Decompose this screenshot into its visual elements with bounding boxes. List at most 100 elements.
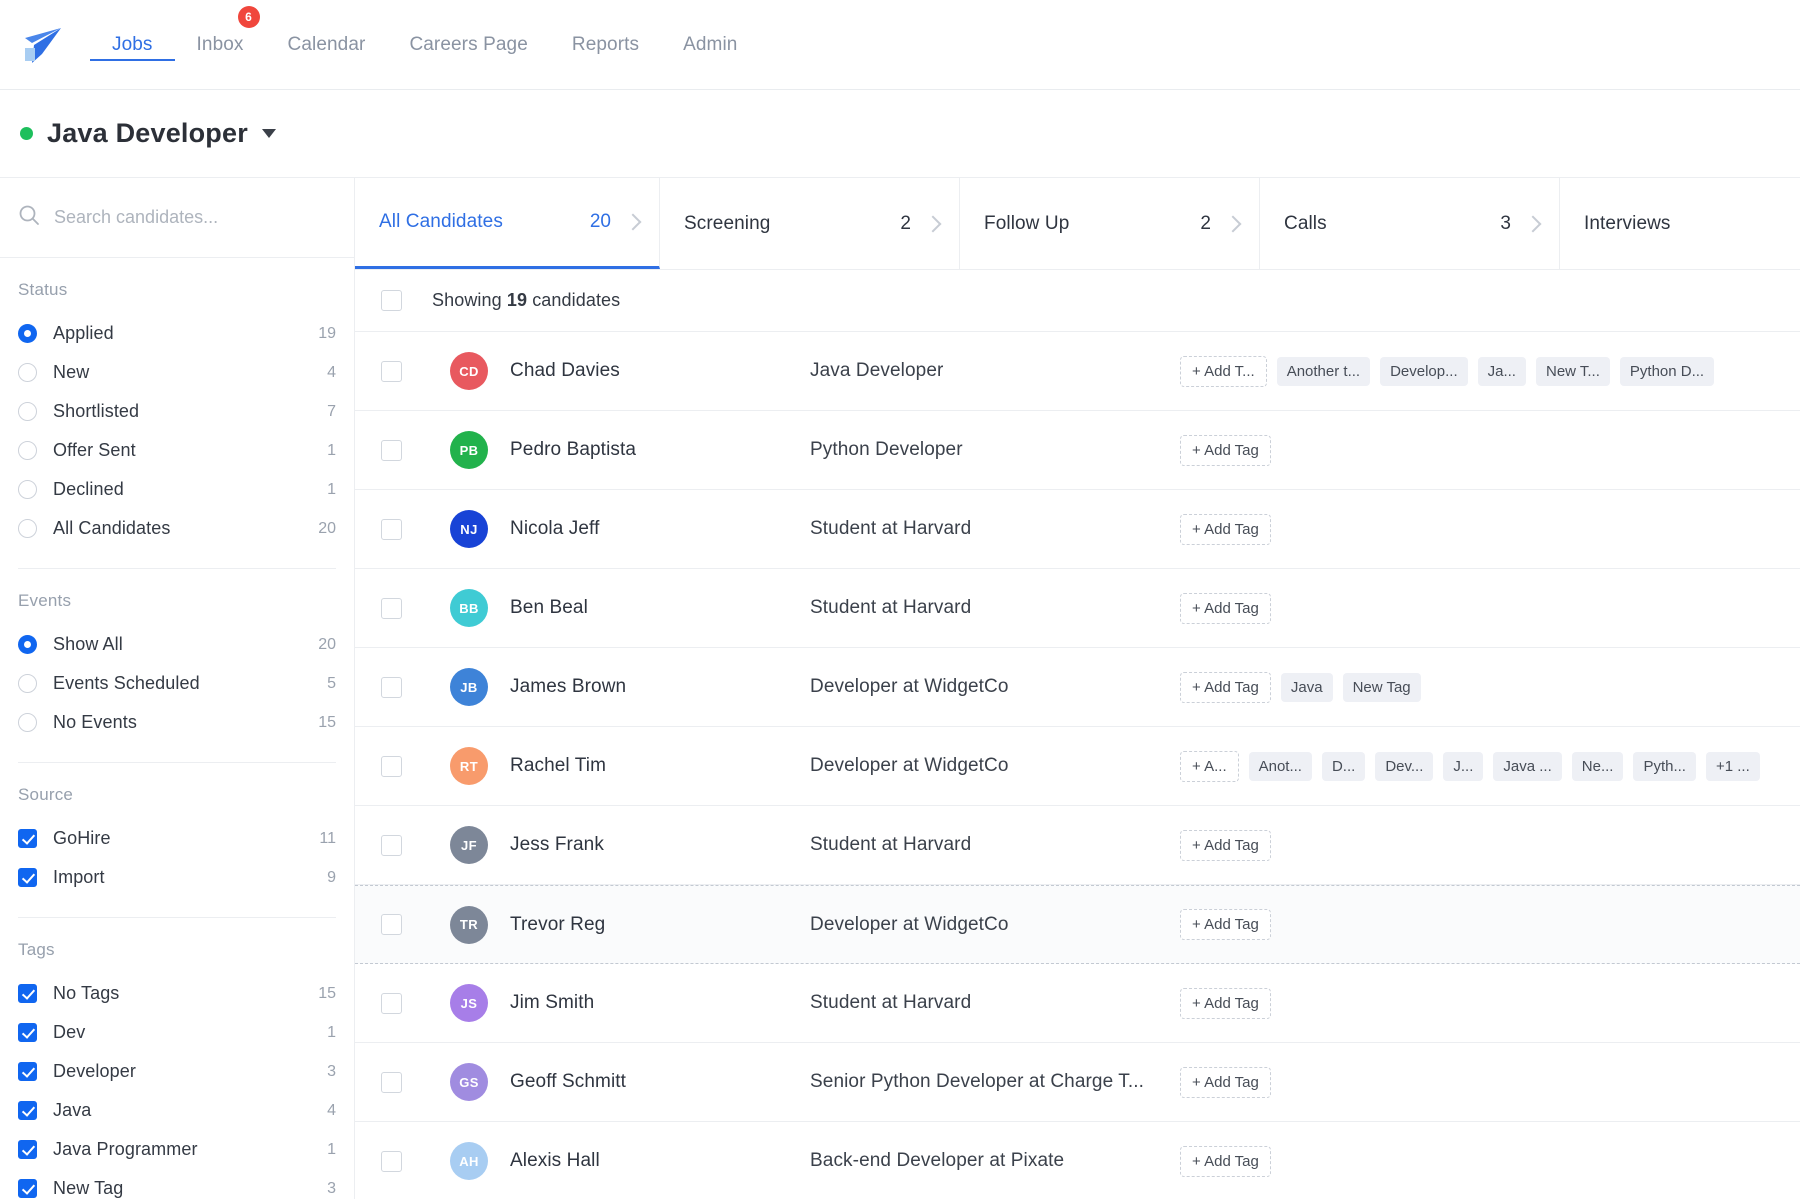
tag-chip[interactable]: J... [1443,752,1483,781]
candidate-name[interactable]: Jess Frank [510,834,810,856]
filter-tag-java-programmer[interactable]: Java Programmer 1 [18,1130,336,1169]
filter-source-import[interactable]: Import 9 [18,858,336,897]
nav-item-calendar[interactable]: Calendar [266,28,388,62]
radio-icon-shortlisted[interactable] [18,402,37,421]
add-tag-button[interactable]: + Add T... [1180,356,1267,387]
nav-item-careers-page[interactable]: Careers Page [387,28,549,62]
filter-events-show-all[interactable]: Show All 20 [18,625,336,664]
table-row[interactable]: JBJames BrownDeveloper at WidgetCo+ Add … [355,648,1800,727]
radio-icon-declined[interactable] [18,480,37,499]
nav-item-jobs[interactable]: Jobs [90,28,175,61]
row-select-checkbox[interactable] [381,1151,402,1172]
table-row[interactable]: AHAlexis HallBack-end Developer at Pixat… [355,1122,1800,1199]
table-row[interactable]: TRTrevor RegDeveloper at WidgetCo+ Add T… [355,885,1800,964]
table-row[interactable]: GSGeoff SchmittSenior Python Developer a… [355,1043,1800,1122]
filter-tag-no-tags[interactable]: No Tags 15 [18,974,336,1013]
select-all-checkbox[interactable] [381,290,402,311]
nav-item-admin[interactable]: Admin [661,28,759,62]
table-row[interactable]: JFJess FrankStudent at Harvard+ Add Tag [355,806,1800,885]
tag-chip[interactable]: Develop... [1380,357,1468,386]
tag-chip[interactable]: D... [1322,752,1365,781]
table-row[interactable]: RTRachel TimDeveloper at WidgetCo+ A...A… [355,727,1800,806]
radio-icon-show-all[interactable] [18,635,37,654]
candidate-name[interactable]: Jim Smith [510,992,810,1014]
tag-chip[interactable]: +1 ... [1706,752,1760,781]
checkbox-icon-developer[interactable] [18,1062,37,1081]
add-tag-button[interactable]: + Add Tag [1180,435,1271,466]
tag-chip[interactable]: Another t... [1277,357,1370,386]
tag-chip[interactable]: Ne... [1572,752,1624,781]
filter-status-offer-sent[interactable]: Offer Sent 1 [18,431,336,470]
checkbox-icon-gohire[interactable] [18,829,37,848]
tag-chip[interactable]: Java ... [1493,752,1561,781]
add-tag-button[interactable]: + Add Tag [1180,593,1271,624]
tag-chip[interactable]: Python D... [1620,357,1714,386]
candidate-name[interactable]: Nicola Jeff [510,518,810,540]
tag-chip[interactable]: Java [1281,673,1333,702]
candidate-name[interactable]: Ben Beal [510,597,810,619]
tag-chip[interactable]: Anot... [1249,752,1312,781]
checkbox-icon-dev[interactable] [18,1023,37,1042]
filter-status-new[interactable]: New 4 [18,353,336,392]
radio-icon-all-candidates[interactable] [18,519,37,538]
candidate-name[interactable]: Alexis Hall [510,1150,810,1172]
filter-events-no-events[interactable]: No Events 15 [18,703,336,742]
search-input[interactable] [54,207,336,228]
row-select-checkbox[interactable] [381,519,402,540]
row-select-checkbox[interactable] [381,598,402,619]
checkbox-icon-new-tag[interactable] [18,1179,37,1198]
tab-calls[interactable]: Calls 3 [1260,178,1560,269]
table-row[interactable]: JSJim SmithStudent at Harvard+ Add Tag [355,964,1800,1043]
filter-tag-dev[interactable]: Dev 1 [18,1013,336,1052]
add-tag-button[interactable]: + Add Tag [1180,1067,1271,1098]
table-row[interactable]: CDChad DaviesJava Developer+ Add T...Ano… [355,332,1800,411]
tag-chip[interactable]: New Tag [1343,673,1421,702]
add-tag-button[interactable]: + Add Tag [1180,988,1271,1019]
add-tag-button[interactable]: + A... [1180,751,1239,782]
candidate-name[interactable]: Rachel Tim [510,755,810,777]
tag-chip[interactable]: Dev... [1375,752,1433,781]
candidate-name[interactable]: Trevor Reg [510,914,810,936]
filter-tag-new-tag[interactable]: New Tag 3 [18,1169,336,1199]
row-select-checkbox[interactable] [381,914,402,935]
table-row[interactable]: BBBen BealStudent at Harvard+ Add Tag [355,569,1800,648]
candidate-name[interactable]: James Brown [510,676,810,698]
add-tag-button[interactable]: + Add Tag [1180,672,1271,703]
candidate-name[interactable]: Geoff Schmitt [510,1071,810,1093]
paper-plane-logo-icon[interactable] [20,23,64,67]
candidate-name[interactable]: Chad Davies [510,360,810,382]
tag-chip[interactable]: New T... [1536,357,1610,386]
radio-icon-offer-sent[interactable] [18,441,37,460]
tag-chip[interactable]: Pyth... [1633,752,1696,781]
filter-tag-java[interactable]: Java 4 [18,1091,336,1130]
filter-status-applied[interactable]: Applied 19 [18,314,336,353]
radio-icon-no-events[interactable] [18,713,37,732]
filter-events-scheduled[interactable]: Events Scheduled 5 [18,664,336,703]
tab-follow-up[interactable]: Follow Up 2 [960,178,1260,269]
radio-icon-applied[interactable] [18,324,37,343]
tag-chip[interactable]: Ja... [1478,357,1526,386]
tab-all-candidates[interactable]: All Candidates 20 [355,178,660,269]
filter-status-shortlisted[interactable]: Shortlisted 7 [18,392,336,431]
checkbox-icon-import[interactable] [18,868,37,887]
table-row[interactable]: PBPedro BaptistaPython Developer+ Add Ta… [355,411,1800,490]
chevron-down-icon[interactable] [262,129,276,138]
row-select-checkbox[interactable] [381,361,402,382]
add-tag-button[interactable]: + Add Tag [1180,1146,1271,1177]
checkbox-icon-java-programmer[interactable] [18,1140,37,1159]
row-select-checkbox[interactable] [381,1072,402,1093]
row-select-checkbox[interactable] [381,835,402,856]
candidate-name[interactable]: Pedro Baptista [510,439,810,461]
tab-screening[interactable]: Screening 2 [660,178,960,269]
add-tag-button[interactable]: + Add Tag [1180,909,1271,940]
row-select-checkbox[interactable] [381,440,402,461]
add-tag-button[interactable]: + Add Tag [1180,830,1271,861]
nav-item-inbox[interactable]: 6 Inbox [175,28,266,62]
checkbox-icon-no-tags[interactable] [18,984,37,1003]
row-select-checkbox[interactable] [381,993,402,1014]
filter-status-all-candidates[interactable]: All Candidates 20 [18,509,336,548]
row-select-checkbox[interactable] [381,677,402,698]
filter-source-gohire[interactable]: GoHire 11 [18,819,336,858]
nav-item-reports[interactable]: Reports [550,28,661,62]
add-tag-button[interactable]: + Add Tag [1180,514,1271,545]
